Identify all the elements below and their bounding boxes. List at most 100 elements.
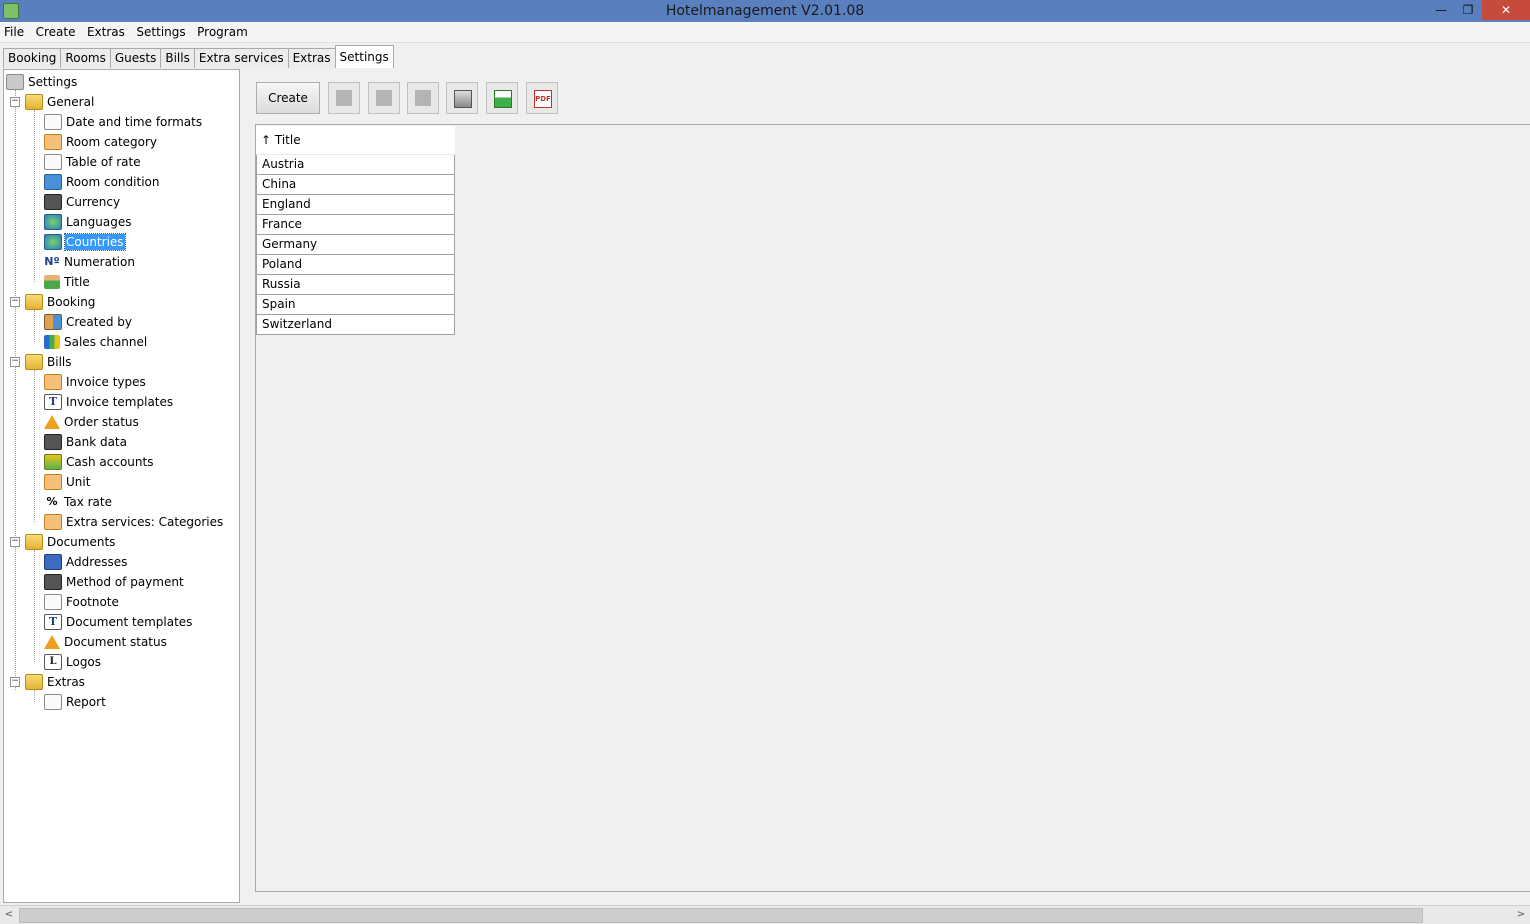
tab-settings[interactable]: Settings	[334, 45, 394, 68]
tree-item-created-by[interactable]: Created by	[44, 312, 133, 330]
tree-item-date-time-formats[interactable]: Date and time formats	[44, 112, 203, 130]
table-row[interactable]: Switzerland	[256, 315, 455, 335]
tree-item-room-category[interactable]: Room category	[44, 132, 158, 150]
restore-button[interactable]: ❐	[1455, 0, 1481, 20]
table-row[interactable]: England	[256, 195, 455, 215]
tab-extras[interactable]: Extras	[287, 48, 336, 68]
tree-line	[34, 110, 35, 282]
settings-tree: Settings − General Date and time formats…	[3, 69, 240, 903]
table-row[interactable]: China	[256, 175, 455, 195]
tree-group-booking[interactable]: Booking	[25, 292, 96, 310]
tree-line	[34, 550, 35, 662]
bed-icon	[44, 173, 62, 190]
print-button[interactable]	[446, 82, 478, 114]
horizontal-scrollbar[interactable]: < >	[0, 905, 1530, 924]
pdf-button[interactable]: PDF	[526, 82, 558, 114]
delete-button[interactable]	[407, 82, 439, 114]
tree-line	[34, 690, 35, 702]
tree-root-settings[interactable]: Settings	[6, 72, 78, 90]
tree-group-extras[interactable]: Extras	[25, 672, 86, 690]
report-icon	[44, 693, 62, 710]
collapse-general[interactable]: −	[10, 97, 20, 107]
minimize-button[interactable]: —	[1428, 0, 1454, 20]
tree-item-cash-accounts[interactable]: Cash accounts	[44, 452, 154, 470]
main-tabs: Booking Rooms Guests Bills Extra service…	[3, 45, 394, 68]
table-row[interactable]: Spain	[256, 295, 455, 315]
scroll-left-arrow[interactable]: <	[2, 908, 16, 922]
pdf-icon: PDF	[534, 90, 552, 108]
copy-button[interactable]	[368, 82, 400, 114]
tree-item-countries[interactable]: Countries	[44, 232, 126, 251]
tree-item-sales-channel[interactable]: Sales channel	[44, 332, 148, 350]
rate-chart-icon	[44, 153, 62, 170]
menu-bar: File Create Extras Settings Program	[0, 22, 1530, 43]
create-button[interactable]: Create	[256, 82, 320, 114]
export-button[interactable]	[486, 82, 518, 114]
table-row[interactable]: France	[256, 215, 455, 235]
room-category-icon	[44, 133, 62, 150]
export-icon	[494, 90, 512, 108]
tab-extra-services[interactable]: Extra services	[193, 48, 289, 68]
tree-group-bills[interactable]: Bills	[25, 352, 73, 370]
tree-item-extra-services-categories[interactable]: Extra services: Categories	[44, 512, 224, 530]
table-row[interactable]: Russia	[256, 275, 455, 295]
warning-icon	[44, 634, 60, 649]
copy-icon	[376, 90, 392, 106]
tree-item-invoice-templates[interactable]: T Invoice templates	[44, 392, 174, 410]
tree-item-currency[interactable]: Currency	[44, 192, 121, 210]
tree-item-order-status[interactable]: Order status	[44, 412, 140, 430]
menu-create[interactable]: Create	[32, 22, 80, 39]
footnote-icon	[44, 593, 62, 610]
collapse-bills[interactable]: −	[10, 357, 20, 367]
tab-bills[interactable]: Bills	[160, 48, 195, 68]
tree-item-logos[interactable]: L Logos	[44, 652, 102, 670]
collapse-booking[interactable]: −	[10, 297, 20, 307]
tree-item-title[interactable]: Title	[44, 272, 91, 290]
scroll-thumb[interactable]	[19, 908, 1423, 923]
collapse-documents[interactable]: −	[10, 537, 20, 547]
edit-icon	[336, 90, 352, 106]
tab-guests[interactable]: Guests	[109, 48, 162, 68]
tree-item-method-of-payment[interactable]: Method of payment	[44, 572, 185, 590]
warning-icon	[44, 414, 60, 429]
collapse-extras[interactable]: −	[10, 677, 20, 687]
tree-item-document-templates[interactable]: T Document templates	[44, 612, 193, 630]
tree-item-languages[interactable]: Languages	[44, 212, 132, 230]
scroll-right-arrow[interactable]: >	[1514, 908, 1528, 922]
trash-icon	[415, 90, 431, 106]
unit-icon	[44, 473, 62, 490]
cash-icon	[44, 453, 62, 470]
table-row[interactable]: Austria	[256, 155, 455, 175]
table-row[interactable]: Poland	[256, 255, 455, 275]
tab-rooms[interactable]: Rooms	[60, 48, 111, 68]
bank-icon	[44, 433, 62, 450]
tree-item-room-condition[interactable]: Room condition	[44, 172, 160, 190]
menu-settings[interactable]: Settings	[132, 22, 189, 39]
folder-icon	[25, 93, 43, 110]
tree-item-report[interactable]: Report	[44, 692, 107, 710]
currency-icon	[44, 193, 62, 210]
tree-group-documents[interactable]: Documents	[25, 532, 116, 550]
address-book-icon	[44, 553, 62, 570]
edit-button[interactable]	[328, 82, 360, 114]
tree-item-tax-rate[interactable]: % Tax rate	[44, 492, 113, 510]
tree-item-document-status[interactable]: Document status	[44, 632, 168, 650]
tab-booking[interactable]: Booking	[3, 48, 62, 68]
column-header-title[interactable]: ↑ Title	[256, 126, 455, 155]
close-button[interactable]: ✕	[1482, 0, 1530, 20]
tree-item-addresses[interactable]: Addresses	[44, 552, 128, 570]
tree-item-numeration[interactable]: Nº Numeration	[44, 252, 136, 270]
table-row[interactable]: Germany	[256, 235, 455, 255]
menu-program[interactable]: Program	[193, 22, 252, 39]
tree-item-bank-data[interactable]: Bank data	[44, 432, 128, 450]
menu-file[interactable]: File	[0, 22, 28, 39]
calendar-icon	[44, 113, 62, 130]
tree-item-unit[interactable]: Unit	[44, 472, 91, 490]
tree-item-table-of-rate[interactable]: Table of rate	[44, 152, 142, 170]
menu-extras[interactable]: Extras	[83, 22, 129, 39]
tree-item-invoice-types[interactable]: Invoice types	[44, 372, 147, 390]
tree-group-general[interactable]: General	[25, 92, 95, 110]
bar-chart-icon	[44, 334, 60, 349]
tree-item-footnote[interactable]: Footnote	[44, 592, 120, 610]
tree-root-label: Settings	[28, 74, 78, 89]
